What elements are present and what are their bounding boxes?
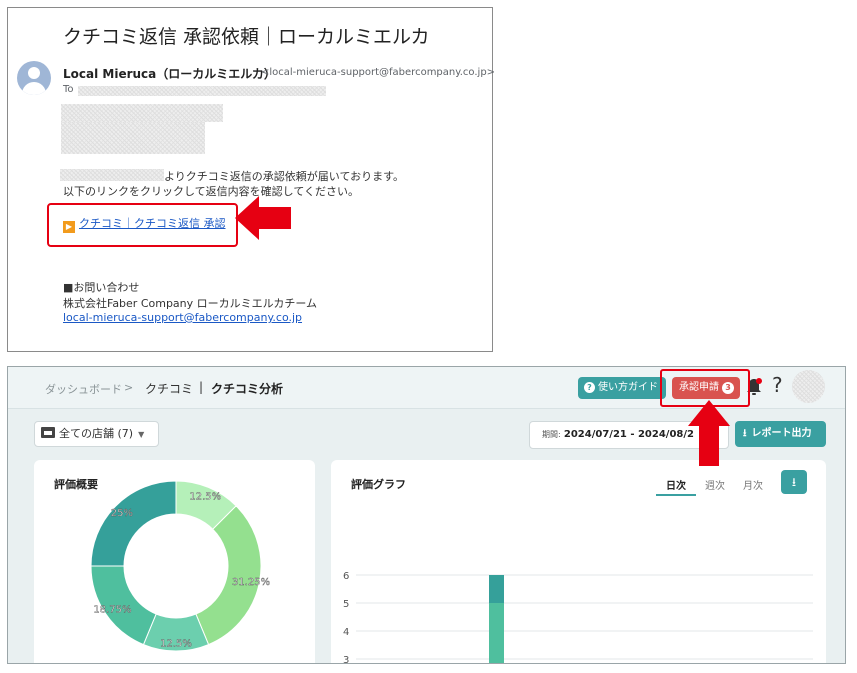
email-subject: クチコミ返信 承認依頼｜ローカルミエルカ (63, 26, 430, 48)
breadcrumb-separator: > (124, 381, 134, 394)
contact-company: 株式会社Faber Company ローカルミエルカチーム (63, 297, 317, 310)
redacted-greeting-2 (61, 122, 205, 154)
chevron-down-icon: ▼ (138, 430, 145, 439)
sender-name: Local Mieruca（ローカルミエルカ） (63, 67, 276, 81)
donut-slice-2[interactable] (195, 505, 262, 646)
contact-heading: ■お問い合わせ (63, 281, 140, 294)
store-icon (41, 427, 55, 438)
breadcrumb-dashboard[interactable]: ダッシュボード (45, 381, 122, 397)
y-tick-6: 6 (343, 571, 349, 582)
rating-donut-chart: 12.5% 31.25% 12.5% 18.75% 25% (90, 480, 270, 652)
body-line-2: 以下のリンクをクリックして返信内容を確認してください。 (63, 185, 360, 198)
redacted-store-name (60, 169, 164, 181)
red-arrow-up-icon (688, 400, 730, 466)
store-select[interactable]: 全ての店舗 (7) ▼ (34, 421, 159, 447)
report-export-button[interactable]: ⭳ レポート出力 (735, 421, 826, 447)
bar-segment-lower[interactable] (489, 603, 504, 664)
download-icon: ⭳ (743, 428, 747, 439)
rating-bar-chart: 6 5 4 3 (343, 571, 813, 664)
help-icon[interactable]: ? (772, 373, 783, 397)
donut-label-4: 18.75% (93, 605, 131, 616)
redacted-recipient (78, 86, 326, 96)
redacted-greeting-1 (61, 104, 223, 122)
donut-label-2: 31.25% (232, 577, 270, 588)
rating-graph-card: 評価グラフ 日次 週次 月次 ⭳ 6543 (331, 460, 826, 664)
breadcrumb-pipe: | (199, 380, 204, 394)
sender-avatar-icon (17, 61, 51, 95)
y-tick-4: 4 (343, 627, 349, 638)
red-arrow-left-icon (235, 196, 291, 240)
link-highlight-box (47, 203, 238, 247)
sender-address: <local-mieruca-support@fabercompany.co.j… (261, 67, 496, 78)
donut-slice-5[interactable] (90, 480, 177, 567)
donut-label-1: 12.5% (189, 491, 221, 502)
body-line-1: よりクチコミ返信の承認依頼が届いております。 (164, 170, 405, 183)
donut-label-3: 12.5% (160, 639, 192, 650)
breadcrumb-current: クチコミ分析 (211, 382, 284, 396)
email-panel: クチコミ返信 承認依頼｜ローカルミエルカ Local Mieruca（ローカルミ… (7, 7, 496, 352)
report-export-label: レポート出力 (751, 428, 812, 439)
period-value: 2024/07/21 - 2024/08/2 (563, 429, 694, 440)
to-label: To (63, 84, 74, 95)
question-circle-icon: ? (584, 382, 595, 393)
store-select-value: 全ての店舗 (7) (59, 427, 134, 440)
usage-guide-label: 使い方ガイド (598, 382, 658, 393)
donut-label-5: 25% (111, 508, 133, 519)
breadcrumb-section[interactable]: クチコミ (145, 380, 193, 397)
usage-guide-button[interactable]: ? 使い方ガイド (578, 377, 666, 399)
bar-segment-top[interactable] (489, 575, 504, 603)
rating-overview-card: 評価概要 12.5% 31.25% 12.5% 18.75% 25% (34, 460, 315, 663)
y-tick-5: 5 (343, 599, 349, 610)
y-tick-3: 3 (343, 655, 349, 664)
user-avatar[interactable] (792, 370, 825, 403)
period-label: 期間: (542, 430, 561, 439)
contact-email-link[interactable]: local-mieruca-support@fabercompany.co.jp (63, 311, 302, 324)
